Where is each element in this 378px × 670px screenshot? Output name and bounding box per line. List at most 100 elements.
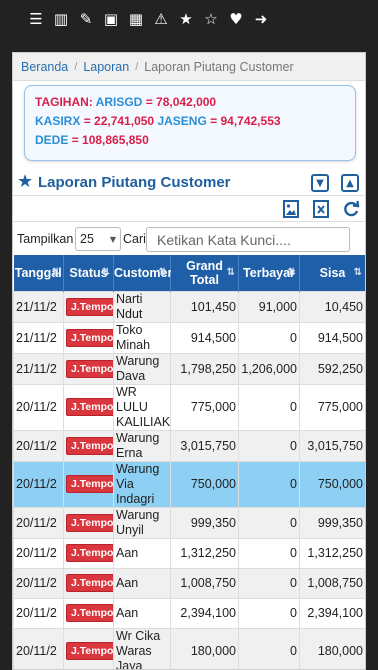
collapse-icon[interactable]: ▼ bbox=[311, 174, 329, 192]
cell-sisa: 3,015,750 bbox=[299, 429, 365, 462]
dede-value: = 108,865,850 bbox=[71, 133, 149, 147]
header-grand-total[interactable]: Grand Total ⇅ bbox=[170, 255, 239, 291]
excel-export-icon[interactable] bbox=[311, 199, 331, 219]
warning-icon[interactable]: ⚠ bbox=[153, 11, 169, 27]
arisgd-value: = 78,042,000 bbox=[145, 95, 217, 109]
cell-tanggal: 20/11/2 bbox=[13, 506, 64, 539]
cell-sisa: 775,000 bbox=[299, 383, 365, 431]
table-filter-bar: Tampilkan 25 ▼ Cari bbox=[13, 223, 365, 255]
status-badge: J.Tempo bbox=[66, 436, 113, 455]
summary-line-2: KASIRX = 22,741,050 JASENG = 94,742,553 bbox=[35, 112, 345, 131]
table-row[interactable]: 20/11/2 J.Tempo Aan 2,394,100 0 2,394,100 bbox=[13, 597, 365, 629]
cell-terbayar: 0 bbox=[238, 321, 300, 354]
cell-status: J.Tempo bbox=[63, 567, 114, 599]
page-size-value: 25 bbox=[80, 232, 94, 246]
cell-terbayar: 0 bbox=[238, 460, 300, 508]
cell-status: J.Tempo bbox=[63, 429, 114, 462]
cell-tanggal: 20/11/2 bbox=[13, 429, 64, 462]
sort-icon: ⇅ bbox=[51, 267, 60, 278]
breadcrumb: Beranda / Laporan / Laporan Piutang Cust… bbox=[13, 53, 365, 81]
header-sisa[interactable]: Sisa ⇅ bbox=[299, 255, 365, 291]
summary-line-1: TAGIHAN: ARISGD = 78,042,000 bbox=[35, 93, 345, 112]
cell-terbayar: 0 bbox=[238, 429, 300, 462]
cell-tanggal: 20/11/2 bbox=[13, 460, 64, 508]
export-toolbar bbox=[13, 196, 365, 222]
cell-tanggal: 21/11/2 bbox=[13, 290, 64, 323]
cell-tanggal: 20/11/2 bbox=[13, 627, 64, 669]
page-size-select[interactable]: 25 ▼ bbox=[75, 227, 121, 251]
cell-grand-total: 1,798,250 bbox=[170, 352, 239, 385]
header-terbayar[interactable]: Terbayar ⇅ bbox=[238, 255, 300, 291]
panel-title: Laporan Piutang Customer bbox=[38, 174, 231, 191]
status-badge: J.Tempo bbox=[66, 544, 113, 562]
table-row[interactable]: 20/11/2 J.Tempo Aan 1,008,750 0 1,008,750 bbox=[13, 567, 365, 599]
cell-status: J.Tempo bbox=[63, 321, 114, 354]
cell-customer: Warung Erna bbox=[113, 429, 171, 462]
cell-grand-total: 1,312,250 bbox=[170, 537, 239, 569]
cell-terbayar: 1,206,000 bbox=[238, 352, 300, 385]
search-input[interactable] bbox=[146, 227, 350, 252]
cell-customer: Aan bbox=[113, 567, 171, 599]
cell-status: J.Tempo bbox=[63, 506, 114, 539]
cell-sisa: 750,000 bbox=[299, 460, 365, 508]
top-navbar: ☰ ▥ ✎ ▣ ▦ ⚠ ★ ☆ ♥ ➜ bbox=[0, 0, 378, 44]
table-row[interactable]: 21/11/2 J.Tempo Toko Minah 914,500 0 914,500 bbox=[13, 321, 365, 354]
chevron-down-icon: ▼ bbox=[109, 235, 116, 244]
cell-sisa: 180,000 bbox=[299, 627, 365, 669]
table-row[interactable]: 20/11/2 J.Tempo Warung Unyil 999,350 0 999,35… bbox=[13, 506, 365, 539]
header-status[interactable]: Status ⇅ bbox=[63, 255, 114, 291]
heart-icon[interactable]: ♥ bbox=[228, 11, 244, 27]
kasirx-label: KASIRX bbox=[35, 114, 81, 128]
cell-terbayar: 91,000 bbox=[238, 290, 300, 323]
piutang-table: Tanggal ⇅ Status ⇅ Customer ⇅ Grand Total ⇅ … bbox=[13, 255, 365, 669]
cell-grand-total: 101,450 bbox=[170, 290, 239, 323]
search-label: Cari bbox=[123, 232, 146, 246]
sort-icon: ⇅ bbox=[226, 267, 235, 278]
refresh-icon[interactable] bbox=[341, 199, 361, 219]
cell-customer: Narti Ndut bbox=[113, 290, 171, 323]
logout-icon[interactable]: ➜ bbox=[253, 11, 269, 27]
edit-icon[interactable]: ✎ bbox=[78, 11, 94, 27]
status-badge: J.Tempo bbox=[66, 513, 113, 532]
header-tanggal[interactable]: Tanggal ⇅ bbox=[13, 255, 64, 291]
top-icon-bar: ☰ ▥ ✎ ▣ ▦ ⚠ ★ ☆ ♥ ➜ bbox=[28, 11, 269, 27]
sort-icon: ⇅ bbox=[158, 267, 167, 278]
status-badge: J.Tempo bbox=[66, 297, 113, 316]
cell-customer: Aan bbox=[113, 597, 171, 629]
breadcrumb-laporan-link[interactable]: Laporan bbox=[83, 60, 129, 74]
table-row[interactable]: 20/11/2 J.Tempo Warung Via Indagri 750,000 0… bbox=[13, 460, 365, 508]
barcode-icon[interactable]: ▥ bbox=[53, 11, 69, 27]
table-row[interactable]: 20/11/2 J.Tempo WR LULU KALILIAK 775,000 0 77… bbox=[13, 383, 365, 431]
sort-icon: ⇅ bbox=[287, 267, 296, 278]
panel-header: ★ Laporan Piutang Customer ▼ ▲ bbox=[13, 170, 365, 196]
cell-sisa: 2,394,100 bbox=[299, 597, 365, 629]
cell-terbayar: 0 bbox=[238, 506, 300, 539]
status-badge: J.Tempo bbox=[66, 328, 113, 347]
breadcrumb-home-link[interactable]: Beranda bbox=[21, 60, 68, 74]
expand-icon[interactable]: ▲ bbox=[341, 174, 359, 192]
table-header-row: Tanggal ⇅ Status ⇅ Customer ⇅ Grand Total ⇅ … bbox=[13, 255, 365, 291]
star-icon[interactable]: ★ bbox=[178, 11, 194, 27]
cell-tanggal: 20/11/2 bbox=[13, 567, 64, 599]
cell-customer: Aan bbox=[113, 537, 171, 569]
menu-icon[interactable]: ☰ bbox=[28, 11, 44, 27]
calendar-icon[interactable]: ▦ bbox=[128, 11, 144, 27]
cell-status: J.Tempo bbox=[63, 537, 114, 569]
cell-tanggal: 21/11/2 bbox=[13, 321, 64, 354]
status-badge: J.Tempo bbox=[66, 359, 113, 378]
sort-icon: ⇅ bbox=[101, 267, 110, 278]
table-row[interactable]: 21/11/2 J.Tempo Narti Ndut 101,450 91,000 10,… bbox=[13, 290, 365, 323]
table-row[interactable]: 20/11/2 J.Tempo Aan 1,312,250 0 1,312,250 bbox=[13, 537, 365, 569]
table-row[interactable]: 20/11/2 J.Tempo Warung Erna 3,015,750 0 3,015… bbox=[13, 429, 365, 462]
star-outline-icon[interactable]: ☆ bbox=[203, 11, 219, 27]
cell-grand-total: 750,000 bbox=[170, 460, 239, 508]
money-icon[interactable]: ▣ bbox=[103, 11, 119, 27]
cell-grand-total: 775,000 bbox=[170, 383, 239, 431]
image-export-icon[interactable] bbox=[281, 199, 301, 219]
table-row[interactable]: 20/11/2 J.Tempo Wr Cika Waras Jaya 180,000 0… bbox=[13, 627, 365, 669]
cell-customer: Warung Via Indagri bbox=[113, 460, 171, 508]
breadcrumb-current: Laporan Piutang Customer bbox=[144, 59, 294, 74]
table-body: 21/11/2 J.Tempo Narti Ndut 101,450 91,000 10,… bbox=[13, 290, 365, 669]
table-row[interactable]: 21/11/2 J.Tempo Warung Dava 1,798,250 1,206,… bbox=[13, 352, 365, 385]
header-customer[interactable]: Customer ⇅ bbox=[113, 255, 172, 291]
